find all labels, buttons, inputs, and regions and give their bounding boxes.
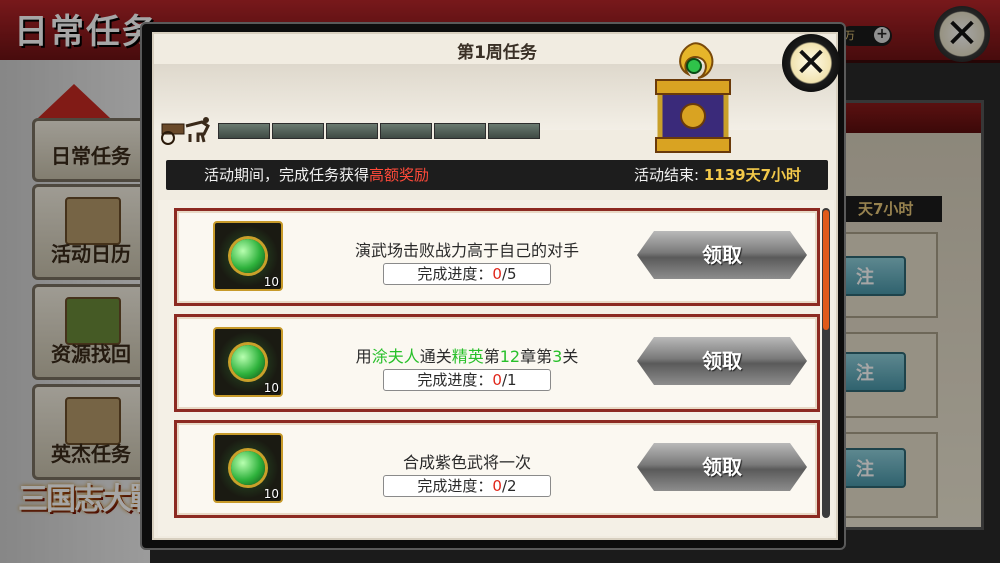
end-time-value: 1139天7小时	[703, 166, 802, 184]
jade-orb-icon[interactable]: 10	[213, 327, 283, 397]
weekly-progress-segment	[218, 123, 270, 139]
weekly-progress-segment	[434, 123, 486, 139]
claim-button[interactable]: 领取	[637, 337, 807, 385]
task-description: 用涂夫人通关精英第12章第3关	[355, 347, 579, 366]
task-item: 10 用涂夫人通关精英第12章第3关 完成进度：0/1 领取	[174, 314, 820, 412]
reward-highlight: 高额奖励	[369, 166, 430, 184]
task-item: 10 演武场击败战力高于自己的对手 完成进度：0/5 领取	[174, 208, 820, 306]
task-description: 合成紫色武将一次	[402, 453, 531, 472]
task-progress: 完成进度：0/1	[383, 369, 551, 391]
modal-close-button[interactable]: ✕	[782, 34, 840, 92]
claim-button[interactable]: 领取	[637, 231, 807, 279]
weekly-progress-segment	[326, 123, 378, 139]
task-progress: 完成进度：0/2	[383, 475, 551, 497]
modal-title: 第1周任务	[457, 43, 537, 63]
task-list-scroll-thumb[interactable]	[823, 210, 829, 330]
weekly-progress-segment	[380, 123, 432, 139]
jade-orb-icon[interactable]: 10	[213, 433, 283, 503]
jade-orb-icon[interactable]: 10	[213, 221, 283, 291]
activity-description: 活动期间，完成任务获得高额奖励	[204, 166, 430, 184]
reward-count: 10	[263, 487, 279, 501]
reward-count: 10	[263, 381, 279, 395]
reward-count: 10	[263, 275, 279, 289]
treasure-chest-icon[interactable]	[648, 40, 738, 164]
task-item: 10 合成紫色武将一次 完成进度：0/2 领取	[174, 420, 820, 518]
horse-cart-icon	[161, 117, 210, 145]
activity-end-time: 活动结束: 1139天7小时	[634, 166, 802, 184]
task-progress: 完成进度：0/5	[383, 263, 551, 285]
task-description: 演武场击败战力高于自己的对手	[354, 241, 579, 260]
weekly-progress-segment	[272, 123, 324, 139]
claim-button[interactable]: 领取	[637, 443, 807, 491]
weekly-progress-segment	[488, 123, 540, 139]
